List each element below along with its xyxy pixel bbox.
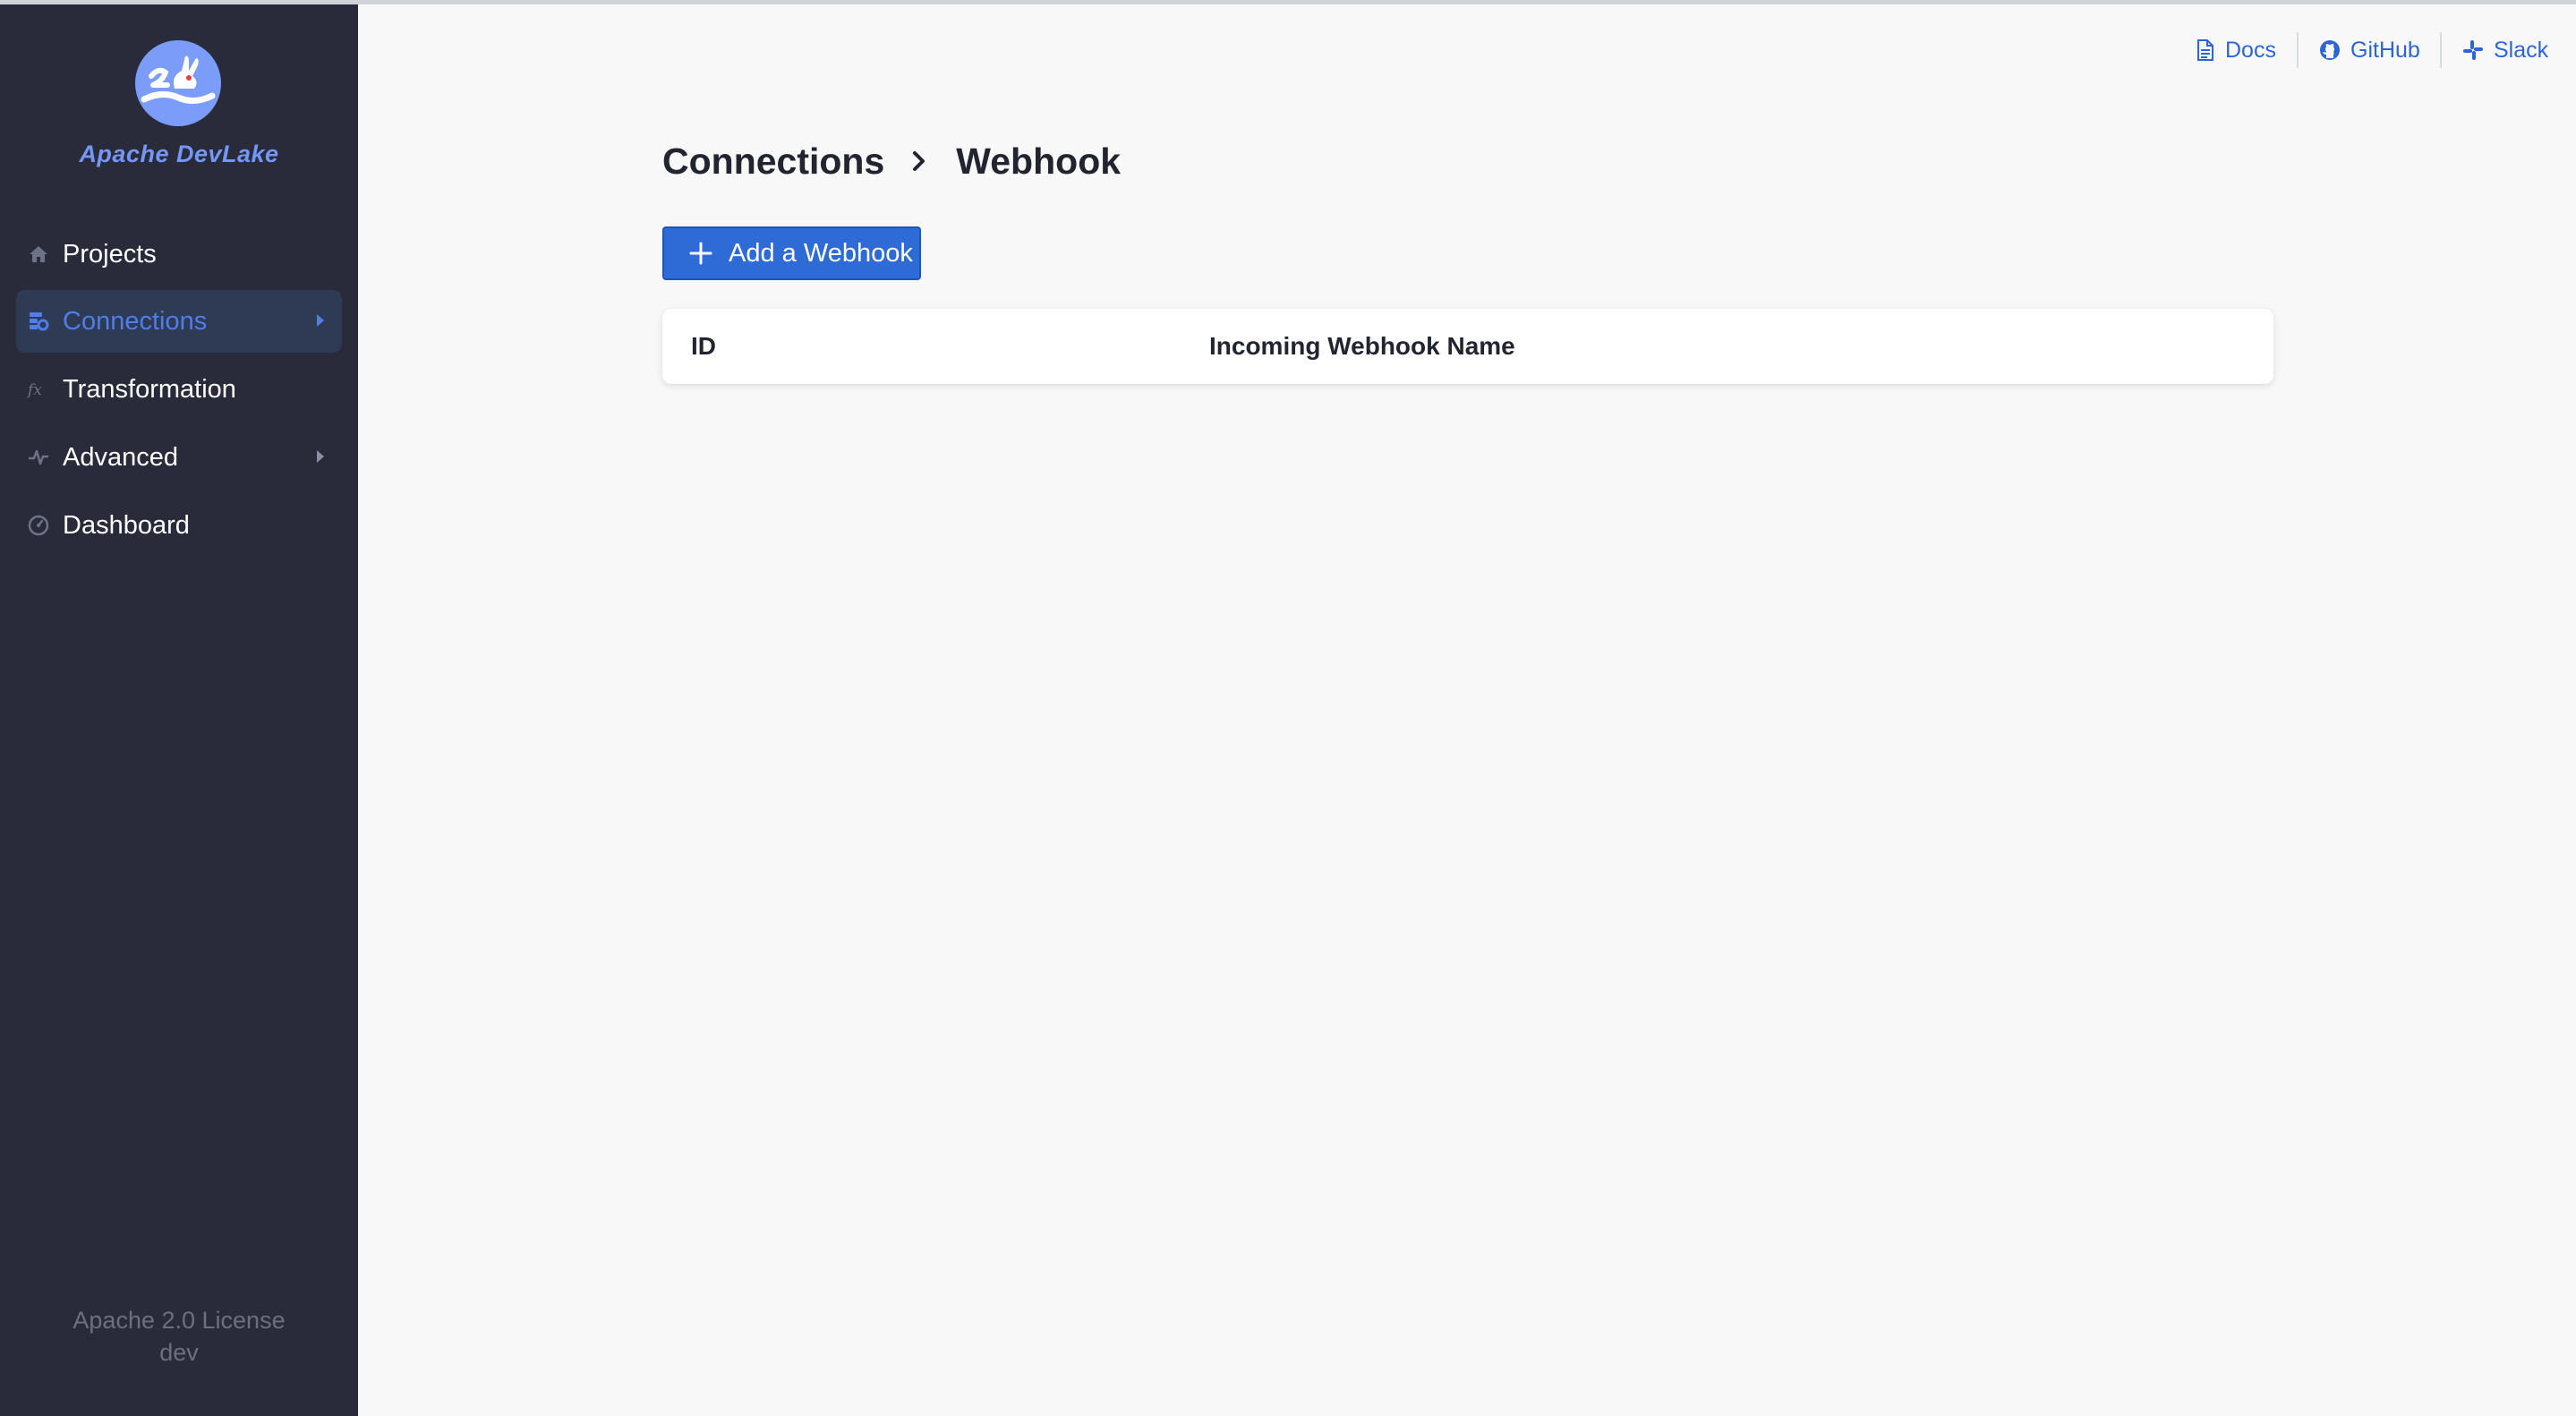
docs-link[interactable]: Docs	[2193, 32, 2276, 68]
svg-text:fx: fx	[27, 381, 42, 399]
chevron-right-icon	[913, 151, 925, 171]
sidebar-item-label: Projects	[63, 240, 157, 269]
function-icon: fx	[27, 381, 42, 399]
pulse-icon	[29, 449, 48, 465]
version-text: dev	[159, 1339, 199, 1366]
github-link[interactable]: GitHub	[2318, 32, 2420, 68]
breadcrumb: Connections Webhook	[662, 136, 1121, 186]
window-top-border	[0, 0, 2576, 4]
sidebar-item-connections[interactable]: Connections	[16, 290, 342, 353]
sidebar-item-dashboard[interactable]: Dashboard	[16, 494, 342, 557]
slack-link-label: Slack	[2494, 37, 2549, 63]
sidebar-footer: Apache 2.0 License dev	[0, 1304, 358, 1369]
github-link-label: GitHub	[2350, 37, 2420, 63]
dashboard-icon	[28, 515, 49, 536]
page-title: Webhook	[956, 140, 1122, 182]
topnav-divider	[2440, 32, 2442, 68]
slack-link[interactable]: Slack	[2461, 32, 2548, 68]
chevron-right-icon	[317, 450, 324, 463]
topnav-divider	[2297, 32, 2299, 68]
database-icon	[30, 312, 49, 331]
add-webhook-label: Add a Webhook	[729, 238, 913, 268]
column-header-name: Incoming Webhook Name	[1209, 332, 1515, 360]
sidebar: Apache DevLake Projects Connections fx T…	[0, 4, 358, 1416]
brand-name: Apache DevLake	[79, 141, 279, 167]
add-webhook-button[interactable]: Add a Webhook	[662, 226, 921, 280]
sidebar-item-label: Transformation	[63, 375, 236, 404]
devlake-logo-icon	[135, 40, 221, 126]
document-icon	[2197, 39, 2213, 61]
column-header-id: ID	[691, 332, 716, 360]
sidebar-item-label: Advanced	[63, 443, 178, 472]
breadcrumb-connections[interactable]: Connections	[662, 141, 884, 183]
docs-link-label: Docs	[2225, 37, 2276, 63]
home-icon	[30, 246, 47, 262]
sidebar-item-label: Dashboard	[63, 511, 190, 540]
chevron-right-icon	[317, 314, 324, 327]
plus-icon	[689, 242, 712, 265]
slack-icon	[2463, 40, 2483, 60]
sidebar-item-transformation[interactable]: fx Transformation	[16, 358, 342, 421]
sidebar-item-label: Connections	[63, 307, 208, 336]
license-text: Apache 2.0 License	[73, 1307, 286, 1334]
sidebar-item-advanced[interactable]: Advanced	[16, 426, 342, 489]
github-icon	[2320, 40, 2340, 60]
sidebar-item-projects[interactable]: Projects	[16, 223, 342, 286]
webhook-table: ID Incoming Webhook Name	[662, 309, 2273, 384]
